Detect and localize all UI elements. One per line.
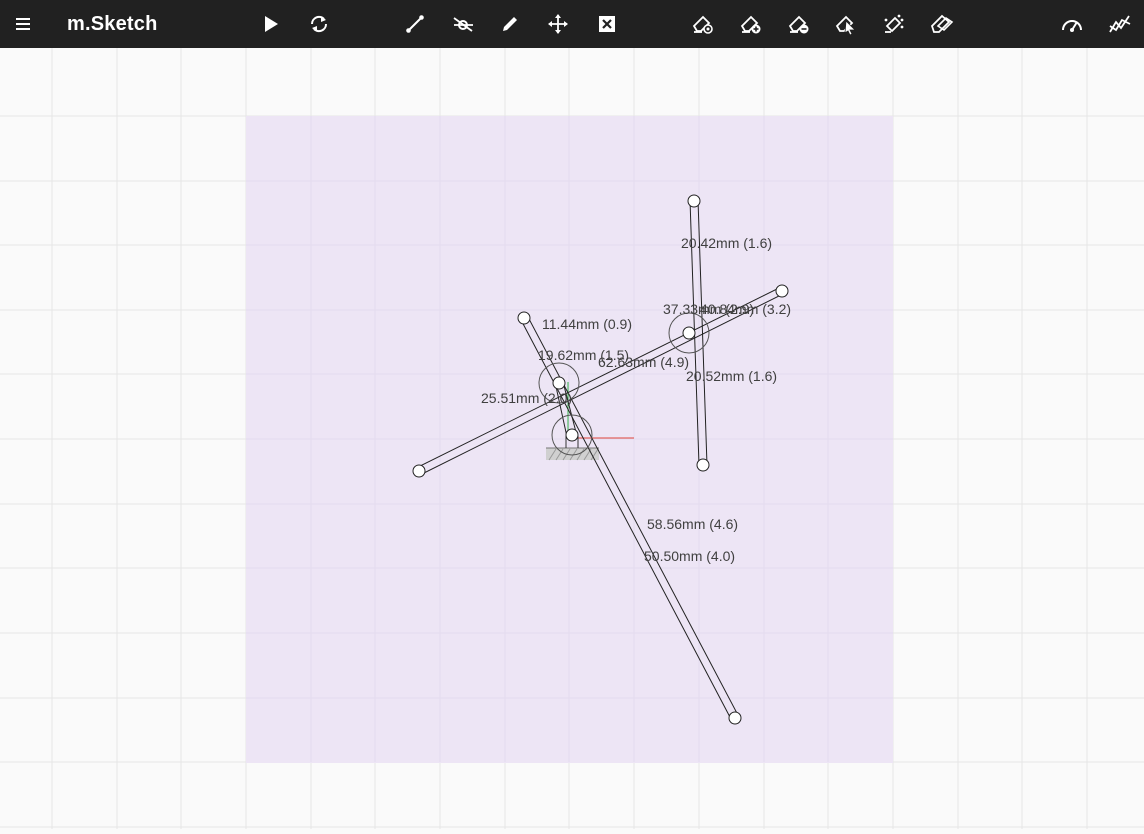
rotate-mode-icon: [930, 14, 954, 33]
dimension-label: 25.51mm (2.0): [481, 390, 572, 406]
reset-icon: [310, 15, 328, 33]
remove-mode-icon: [788, 15, 809, 34]
remove-mode-button[interactable]: [783, 8, 815, 40]
dimension-label: 40.84mm (3.2): [700, 301, 791, 317]
view-mode-button[interactable]: [687, 8, 719, 40]
dimension-label: 58.56mm (4.6): [647, 516, 738, 532]
add-mode-button[interactable]: [735, 8, 767, 40]
menu-icon: [16, 18, 30, 30]
gauge-icon: [1062, 20, 1082, 32]
joint-node[interactable]: [687, 194, 701, 208]
select-mode-icon: [835, 15, 856, 36]
fixed-node-tool-button[interactable]: [447, 8, 479, 40]
play-button[interactable]: [254, 8, 286, 40]
drive-mode-button[interactable]: [878, 8, 910, 40]
joint-node[interactable]: [412, 464, 426, 478]
joint-node[interactable]: [552, 376, 566, 390]
joint-node[interactable]: [517, 311, 531, 325]
reset-button[interactable]: [303, 8, 335, 40]
select-mode-button[interactable]: [830, 8, 862, 40]
delete-tool-button[interactable]: [591, 8, 623, 40]
joint-node[interactable]: [728, 711, 742, 725]
joint-node[interactable]: [696, 458, 710, 472]
speed-button[interactable]: [1056, 8, 1088, 40]
dimension-label: 50.50mm (4.0): [644, 548, 735, 564]
toolbar: m.Sketch: [0, 0, 1144, 48]
move-tool-button[interactable]: [542, 8, 574, 40]
dimension-label: 20.52mm (1.6): [686, 368, 777, 384]
view-mode-icon: [692, 15, 713, 34]
dimension-label: 20.42mm (1.6): [681, 235, 772, 251]
pen-tool-icon: [503, 17, 517, 31]
play-icon: [265, 16, 278, 32]
fixed-joint-node[interactable]: [565, 428, 579, 442]
dimension-label: 62.63mm (4.9): [598, 354, 689, 370]
add-mode-icon: [740, 15, 761, 34]
chart-button[interactable]: [1104, 8, 1136, 40]
chart-icon: [1109, 15, 1131, 33]
delete-tool-icon: [599, 16, 615, 32]
joint-node[interactable]: [775, 284, 789, 298]
link-tool-button[interactable]: [399, 8, 431, 40]
move-tool-icon: [548, 14, 568, 34]
rotate-mode-button[interactable]: [926, 8, 958, 40]
app-title: m.Sketch: [67, 13, 158, 35]
joint-node[interactable]: [682, 326, 696, 340]
drive-mode-icon: [884, 14, 904, 33]
link-tool-icon: [406, 15, 424, 33]
sketch-canvas[interactable]: 20.42mm (1.6) 37.33mm (2.9) 40.84mm (3.2…: [0, 48, 1144, 829]
menu-button[interactable]: [7, 8, 39, 40]
fixed-node-tool-icon: [453, 17, 473, 32]
dimension-label: 11.44mm (0.9): [542, 316, 632, 332]
pen-tool-button[interactable]: [494, 8, 526, 40]
